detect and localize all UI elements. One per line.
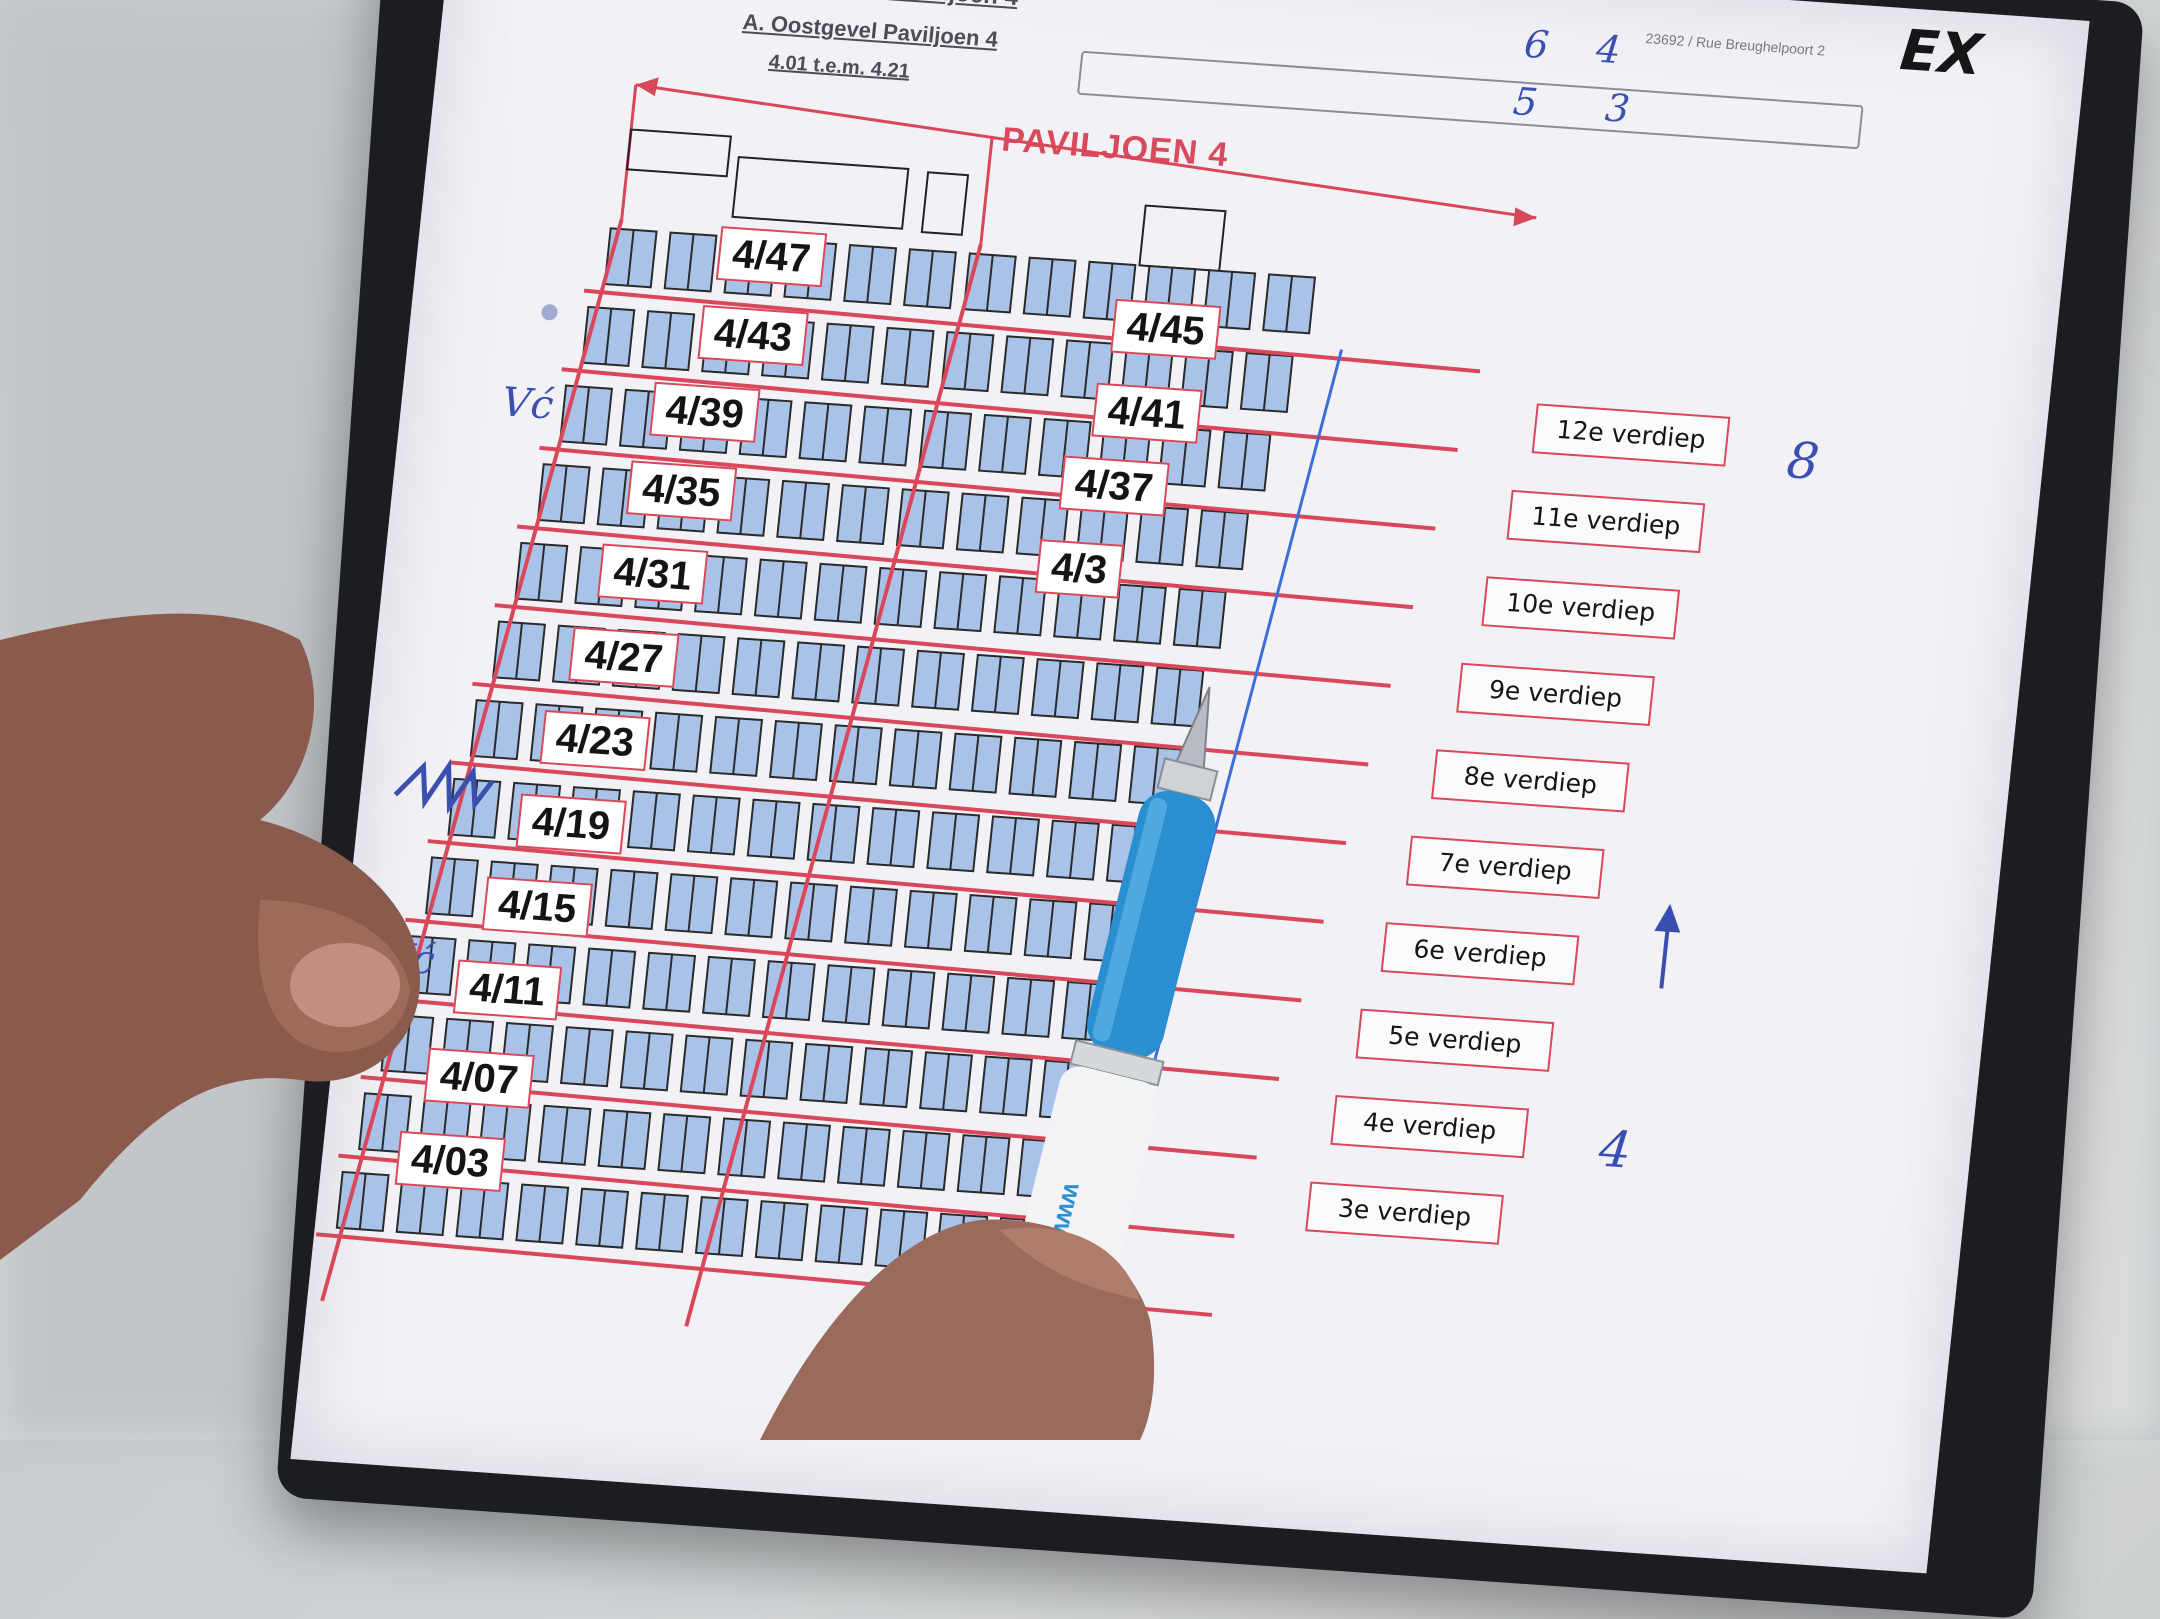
hand-right xyxy=(760,1219,1155,1440)
photo-scene: ...ngevel / Paviljoen 4 A. Oostgevel Pav… xyxy=(0,0,2160,1619)
